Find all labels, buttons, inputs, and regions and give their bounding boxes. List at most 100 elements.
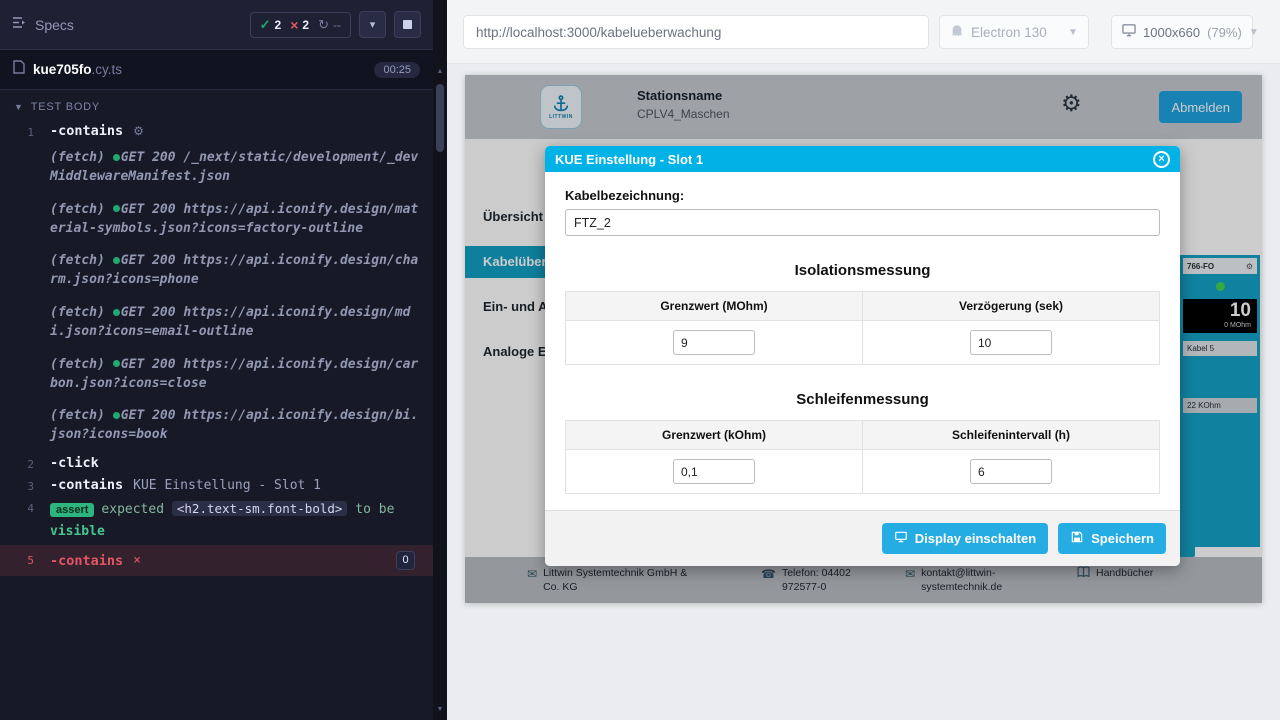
chevron-down-icon: ▼ xyxy=(14,102,24,112)
http-status: GET 200 xyxy=(121,150,176,165)
pending-stat: ↻-- xyxy=(318,17,341,33)
network-request[interactable]: (fetch) GET 200 https://api.iconify.desig… xyxy=(36,201,433,239)
line-number: 5 xyxy=(0,551,36,570)
chevron-down-icon: ▾ xyxy=(370,18,376,31)
save-button[interactable]: Speichern xyxy=(1058,523,1166,554)
request-url: https://api.iconify.design/material-symb… xyxy=(50,202,418,236)
zoom-label: (79%) xyxy=(1207,25,1242,40)
status-dot-icon xyxy=(113,360,120,367)
http-status: GET 200 xyxy=(121,202,176,217)
column-header: Grenzwert (MOhm) xyxy=(566,292,863,321)
line-number: 2 xyxy=(0,455,36,471)
viewport-label: 1000x660 xyxy=(1143,25,1200,40)
network-request[interactable]: (fetch)GET 200 https://api.iconify.desig… xyxy=(36,356,433,394)
log-row[interactable]: (fetch)GET 200 https://api.iconify.desig… xyxy=(0,400,433,452)
test-body-label: TEST BODY xyxy=(31,101,100,113)
browser-label: Electron 130 xyxy=(971,25,1047,40)
loop-intervall-input[interactable] xyxy=(970,459,1052,484)
aut-region: Electron 130 ▼ 1000x660 (79%) ▼ LITTWIN xyxy=(447,0,1280,720)
scroll-down-icon[interactable]: ▼ xyxy=(433,702,447,718)
log-row[interactable]: (fetch) GET 200 https://api.iconify.desig… xyxy=(0,194,433,246)
command-contains[interactable]: -contains xyxy=(50,123,123,139)
command-contains-failed[interactable]: -contains xyxy=(50,553,123,569)
stop-button[interactable] xyxy=(394,11,421,38)
spec-file-icon xyxy=(13,60,25,79)
command-argument: KUE Einstellung - Slot 1 xyxy=(133,478,321,493)
test-stats: ✓2 ×2 ↻-- xyxy=(250,12,351,38)
failed-stat: ×2 xyxy=(290,17,309,33)
modal-title: KUE Einstellung - Slot 1 xyxy=(555,152,703,167)
fetch-label: (fetch) xyxy=(50,408,105,423)
save-icon xyxy=(1070,530,1084,547)
specs-title[interactable]: Specs xyxy=(35,17,74,33)
close-icon[interactable]: × xyxy=(1153,151,1170,168)
test-body-toggle[interactable]: ▼ TEST BODY xyxy=(0,90,433,118)
isolation-section-title: Isolationsmessung xyxy=(565,262,1160,279)
log-row[interactable]: 3 -contains KUE Einstellung - Slot 1 xyxy=(0,474,433,496)
line-number: 3 xyxy=(0,477,36,493)
column-header: Verzögerung (sek) xyxy=(863,292,1160,321)
status-dot-icon xyxy=(113,309,120,316)
reporter-scrollbar[interactable]: ▲ ▼ xyxy=(433,0,447,720)
scrollbar-thumb[interactable] xyxy=(436,84,444,152)
line-number: 4 xyxy=(0,499,36,542)
modal-header: KUE Einstellung - Slot 1 × xyxy=(545,146,1180,172)
status-dot-icon xyxy=(113,412,120,419)
browser-select[interactable]: Electron 130 ▼ xyxy=(939,15,1089,49)
passed-stat: ✓2 xyxy=(260,17,282,33)
request-url: https://api.iconify.design/bi.json?icons… xyxy=(50,408,418,442)
loop-table: Grenzwert (kOhm) Schleifenintervall (h) xyxy=(565,420,1160,494)
display-on-button[interactable]: Display einschalten xyxy=(882,523,1048,554)
log-row[interactable]: (fetch) GET 200 /_next/static/development… xyxy=(0,142,433,194)
loop-grenzwert-input[interactable] xyxy=(673,459,755,484)
command-argument: × xyxy=(133,553,141,568)
command-click[interactable]: -click xyxy=(50,455,99,471)
network-request[interactable]: (fetch)GET 200 https://api.iconify.desig… xyxy=(36,304,433,342)
command-log: 1 -contains⚙ (fetch)GET 200 /_next/stati… xyxy=(0,118,433,576)
network-request[interactable]: (fetch)GET 200 https://api.iconify.desig… xyxy=(36,252,433,290)
log-row[interactable]: 1 -contains⚙ xyxy=(0,120,433,142)
fetch-label: (fetch) xyxy=(50,150,105,165)
specs-list-icon[interactable] xyxy=(12,16,27,34)
monitor-icon xyxy=(894,530,908,547)
scroll-toggle-button[interactable]: ▾ xyxy=(359,11,386,38)
request-url: /_next/static/development/_devMiddleware… xyxy=(50,150,418,184)
retry-count-badge: 0 xyxy=(396,551,415,570)
status-dot-icon xyxy=(113,257,120,264)
chevron-down-icon: ▼ xyxy=(1068,27,1078,38)
network-request[interactable]: (fetch) GET 200 /_next/static/development… xyxy=(36,149,433,187)
http-status: GET 200 xyxy=(121,253,176,268)
isolation-table: Grenzwert (MOhm) Verzögerung (sek) xyxy=(565,291,1160,365)
log-row[interactable]: (fetch)GET 200 https://api.iconify.desig… xyxy=(0,245,433,297)
log-row[interactable]: (fetch)GET 200 https://api.iconify.desig… xyxy=(0,349,433,401)
status-dot-icon xyxy=(113,205,120,212)
column-header: Grenzwert (kOhm) xyxy=(566,421,863,450)
spec-name[interactable]: kue705fo.cy.ts xyxy=(33,62,122,77)
log-row-failed[interactable]: 5 -contains × 0 xyxy=(0,545,433,576)
iso-grenzwert-input[interactable] xyxy=(673,330,755,355)
kue-settings-modal: KUE Einstellung - Slot 1 × Kabelbezeichn… xyxy=(545,146,1180,566)
spec-timer: 00:25 xyxy=(374,62,420,78)
pending-count: -- xyxy=(333,18,341,32)
assertion[interactable]: assertexpected <h2.text-sm.font-bold> to… xyxy=(36,499,433,542)
iso-verzoegerung-input[interactable] xyxy=(970,330,1052,355)
cable-name-input[interactable] xyxy=(565,209,1160,236)
gear-icon[interactable]: ⚙ xyxy=(133,124,144,138)
command-contains[interactable]: -contains xyxy=(50,477,123,493)
viewport-select[interactable]: 1000x660 (79%) ▼ xyxy=(1111,15,1253,49)
log-row[interactable]: 4 assertexpected <h2.text-sm.font-bold> … xyxy=(0,496,433,545)
url-toolbar: Electron 130 ▼ 1000x660 (79%) ▼ xyxy=(447,0,1280,64)
cypress-reporter: Specs ✓2 ×2 ↻-- ▾ kue705fo.cy.ts 00:25 ▼… xyxy=(0,0,433,720)
spec-row[interactable]: kue705fo.cy.ts 00:25 xyxy=(0,50,433,90)
fetch-label: (fetch) xyxy=(50,253,105,268)
fetch-label: (fetch) xyxy=(50,305,105,320)
failed-count: 2 xyxy=(302,18,309,32)
log-row[interactable]: (fetch)GET 200 https://api.iconify.desig… xyxy=(0,297,433,349)
spec-ext: .cy.ts xyxy=(92,62,123,77)
fetch-label: (fetch) xyxy=(50,202,105,217)
log-row[interactable]: 2 -click xyxy=(0,452,433,474)
reporter-header: Specs ✓2 ×2 ↻-- ▾ xyxy=(0,0,433,50)
network-request[interactable]: (fetch)GET 200 https://api.iconify.desig… xyxy=(36,407,433,445)
url-input[interactable] xyxy=(463,15,929,49)
scroll-up-icon[interactable]: ▲ xyxy=(433,64,447,80)
